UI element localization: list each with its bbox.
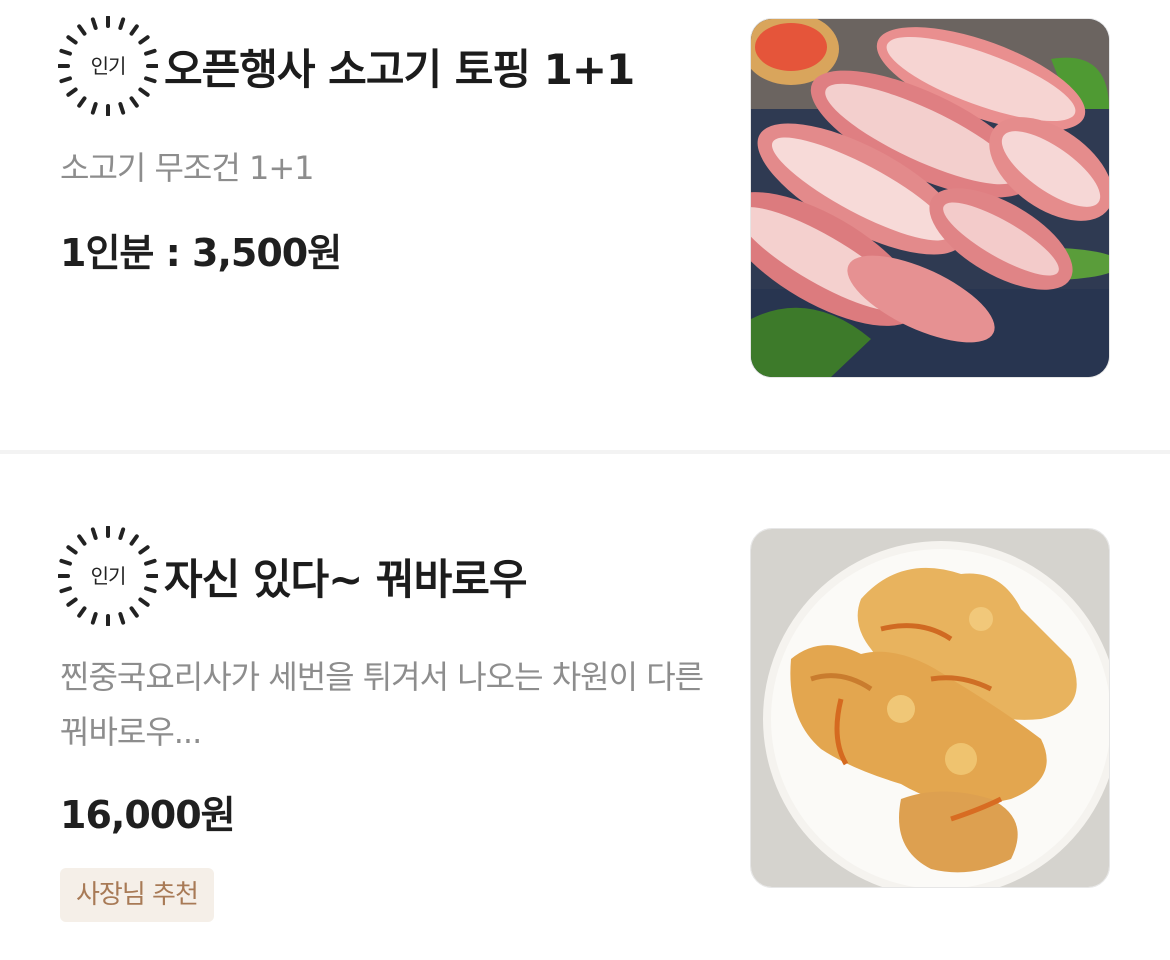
fried-pork-image bbox=[750, 528, 1110, 888]
menu-name: 자신 있다~ 꿔바로우 bbox=[164, 554, 527, 604]
menu-list: 인기 오픈행사 소고기 토핑 1+1 소고기 무조건 1+1 1인분 : 3,5… bbox=[0, 0, 1170, 960]
popular-badge: 인기 bbox=[58, 526, 158, 626]
menu-title-row: 인기 오픈행사 소고기 토핑 1+1 bbox=[58, 16, 634, 116]
menu-item[interactable]: 인기 오픈행사 소고기 토핑 1+1 소고기 무조건 1+1 1인분 : 3,5… bbox=[0, 0, 1170, 450]
beef-slices-image bbox=[750, 18, 1110, 378]
menu-description: 찐중국요리사가 세번을 튀겨서 나오는 차원이 다른 꿔바로우... bbox=[60, 658, 704, 751]
menu-price: 16,000원 bbox=[60, 793, 236, 837]
menu-description: 소고기 무조건 1+1 bbox=[60, 149, 315, 187]
menu-title-row: 인기 자신 있다~ 꿔바로우 bbox=[58, 526, 527, 626]
popular-badge: 인기 bbox=[58, 16, 158, 116]
menu-name: 오픈행사 소고기 토핑 1+1 bbox=[164, 44, 635, 94]
popular-badge-label: 인기 bbox=[90, 54, 127, 78]
menu-price: 1인분 : 3,500원 bbox=[60, 231, 342, 275]
popular-badge-label: 인기 bbox=[90, 564, 127, 588]
owner-recommend-tag: 사장님 추천 bbox=[60, 868, 214, 922]
menu-item[interactable]: 인기 자신 있다~ 꿔바로우 찐중국요리사가 세번을 튀겨서 나오는 차원이 다… bbox=[0, 454, 1170, 960]
